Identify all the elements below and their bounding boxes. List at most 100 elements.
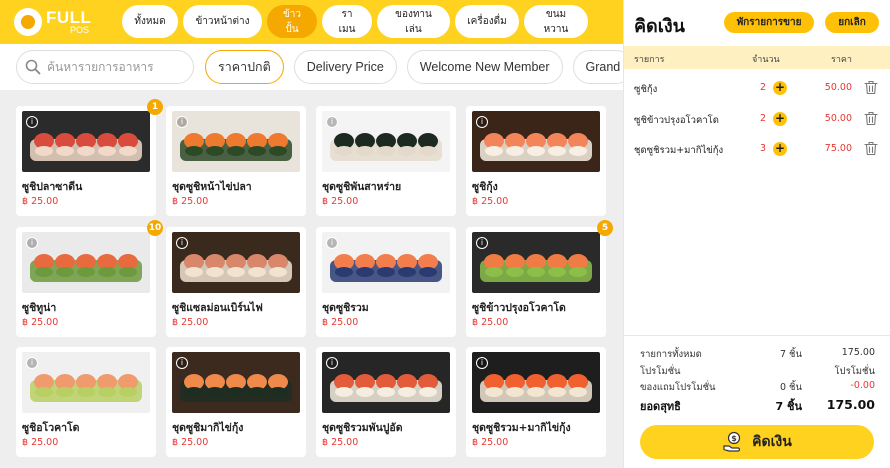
product-price: ฿ 25.00 [172, 317, 209, 328]
summary-promotion-value[interactable]: โปรโมชั่น [834, 364, 875, 379]
category-tab-ramen[interactable]: ราเมน [322, 5, 372, 38]
order-item-name: ชุดซูชิรวม+มากิไข่กุ้ง [634, 145, 724, 156]
order-title: คิดเงิน [634, 16, 685, 37]
product-name: ชุดซูชิหน้าไข่ปลา [172, 181, 252, 193]
product-name: ชุดซูชิมากิไข่กุ้ง [172, 422, 244, 434]
product-card[interactable]: i ซูชิอโวคาโด฿ 25.00 [16, 347, 156, 457]
quantity-badge: 1 [147, 99, 163, 115]
info-icon[interactable]: i [176, 357, 188, 369]
product-card[interactable]: i ซูชิข้าวปรุงอโวคาโด฿ 25.00 [466, 227, 606, 337]
product-image [22, 232, 150, 293]
pay-button[interactable]: $ คิดเงิน [640, 425, 874, 459]
top-bar: FULL POS ทั้งหมด ข้าวหน้าต่าง ข้าวปั้น ร… [0, 0, 623, 44]
trash-icon[interactable] [864, 141, 878, 156]
summary-promo-gift-qty: 0 ชิ้น [779, 382, 802, 393]
product-image [322, 111, 450, 172]
info-icon[interactable]: i [326, 116, 338, 128]
product-name: ชุดซูชิรวม+มากิไข่กุ้ง [472, 422, 571, 434]
summary-promo-gift-amount: -0.00 [850, 380, 875, 391]
order-item-name: ซูชิกุ้ง [634, 84, 658, 95]
trash-icon[interactable] [864, 80, 878, 95]
product-card[interactable]: i ซูชิทูน่า฿ 25.00 [16, 227, 156, 337]
category-tabs: ทั้งหมด ข้าวหน้าต่าง ข้าวปั้น ราเมน ของท… [122, 5, 588, 38]
category-tab-desserts[interactable]: ขนมหวาน [524, 5, 588, 38]
product-price: ฿ 25.00 [472, 317, 509, 328]
product-price: ฿ 25.00 [322, 317, 359, 328]
product-card[interactable]: i ชุดซูชิหน้าไข่ปลา฿ 25.00 [166, 106, 306, 216]
product-image [472, 232, 600, 293]
product-name: ชุดซูชิรวมพันปูอัด [322, 422, 403, 434]
info-icon[interactable]: i [26, 357, 38, 369]
logo-icon [14, 8, 42, 36]
search-box [16, 50, 194, 84]
quantity-badge: 10 [147, 220, 163, 236]
cancel-order-button[interactable]: ยกเลิก [825, 12, 879, 33]
hold-order-button[interactable]: พักรายการขาย [724, 12, 814, 33]
category-tab-rice-bowl[interactable]: ข้าวหน้าต่าง [183, 5, 262, 38]
order-panel: คิดเงิน พักรายการขาย ยกเลิก รายการ จำนวน… [623, 0, 890, 468]
summary-promotion-label: โปรโมชั่น [640, 366, 681, 377]
plus-icon[interactable]: + [773, 142, 787, 156]
product-price: ฿ 25.00 [322, 437, 359, 448]
summary-net-label: ยอดสุทธิ [640, 400, 681, 413]
brand-logo: FULL POS [14, 8, 91, 36]
product-image [22, 352, 150, 413]
order-item-qty: 2 [759, 113, 766, 124]
product-name: ซูชิแซลม่อนเบิร์นไฟ [172, 302, 263, 314]
product-image [472, 352, 600, 413]
info-icon[interactable]: i [326, 357, 338, 369]
info-icon[interactable]: i [476, 237, 488, 249]
product-card[interactable]: i ชุดซูชิพันสาหร่าย฿ 25.00 [316, 106, 456, 216]
info-icon[interactable]: i [26, 116, 38, 128]
product-price: ฿ 25.00 [22, 317, 59, 328]
product-image [472, 111, 600, 172]
product-card[interactable]: i ชุดซูชิรวมพันปูอัด฿ 25.00 [316, 347, 456, 457]
svg-text:$: $ [731, 434, 737, 443]
summary-promo-gift-label: ของแถมโปรโมชั่น [640, 382, 716, 393]
pay-button-label: คิดเงิน [752, 434, 792, 450]
product-name: ซูชิอโวคาโด [22, 422, 80, 434]
order-item-row: ชุดซูชิรวม+มากิไข่กุ้ง 3 +75.00 [624, 137, 890, 161]
product-card[interactable]: i ชุดซูชิมากิไข่กุ้ง฿ 25.00 [166, 347, 306, 457]
summary-net-qty: 7 ชิ้น [775, 400, 802, 413]
product-card[interactable]: i ชุดซูชิรวม฿ 25.00 [316, 227, 456, 337]
product-card[interactable]: i ซูชิแซลม่อนเบิร์นไฟ฿ 25.00 [166, 227, 306, 337]
product-price: ฿ 25.00 [472, 196, 509, 207]
info-icon[interactable]: i [26, 237, 38, 249]
order-item-price: 50.00 [824, 82, 852, 93]
category-tab-sushi[interactable]: ข้าวปั้น [267, 5, 317, 38]
category-tab-snacks[interactable]: ของทานเล่น [377, 5, 450, 38]
brand-name: FULL [46, 8, 92, 27]
info-icon[interactable]: i [476, 116, 488, 128]
summary-total-items-amount: 175.00 [841, 347, 875, 358]
product-price: ฿ 25.00 [172, 196, 209, 207]
column-header-qty: จำนวน [752, 55, 780, 65]
summary-net-amount: 175.00 [826, 397, 875, 412]
category-tab-all[interactable]: ทั้งหมด [122, 5, 178, 38]
search-input[interactable] [47, 60, 187, 74]
info-icon[interactable]: i [176, 116, 188, 128]
info-icon[interactable]: i [476, 357, 488, 369]
info-icon[interactable]: i [176, 237, 188, 249]
product-name: ซูชิกุ้ง [472, 181, 498, 193]
product-card[interactable]: i ซูชิกุ้ง฿ 25.00 [466, 106, 606, 216]
price-tab-delivery[interactable]: Delivery Price [293, 50, 397, 84]
category-tab-drinks[interactable]: เครื่องดื่ม [455, 5, 519, 38]
product-price: ฿ 25.00 [322, 196, 359, 207]
product-name: ชุดซูชิรวม [322, 302, 369, 314]
plus-icon[interactable]: + [773, 112, 787, 126]
product-card[interactable]: i ชุดซูชิรวม+มากิไข่กุ้ง฿ 25.00 [466, 347, 606, 457]
column-header-price: ราคา [831, 55, 852, 65]
product-name: ชุดซูชิพันสาหร่าย [322, 181, 402, 193]
product-image [172, 352, 300, 413]
product-card[interactable]: i ซูชิปลาซาดีน฿ 25.00 [16, 106, 156, 216]
plus-icon[interactable]: + [773, 81, 787, 95]
order-table-header: รายการ จำนวน ราคา [624, 46, 890, 69]
search-icon [25, 59, 41, 75]
info-icon[interactable]: i [326, 237, 338, 249]
price-tab-grand[interactable]: Grand [572, 50, 623, 84]
price-tab-regular[interactable]: ราคาปกติ [205, 50, 284, 84]
price-tab-welcome-new-member[interactable]: Welcome New Member [406, 50, 563, 84]
order-item-qty: 3 [759, 143, 766, 154]
trash-icon[interactable] [864, 111, 878, 126]
